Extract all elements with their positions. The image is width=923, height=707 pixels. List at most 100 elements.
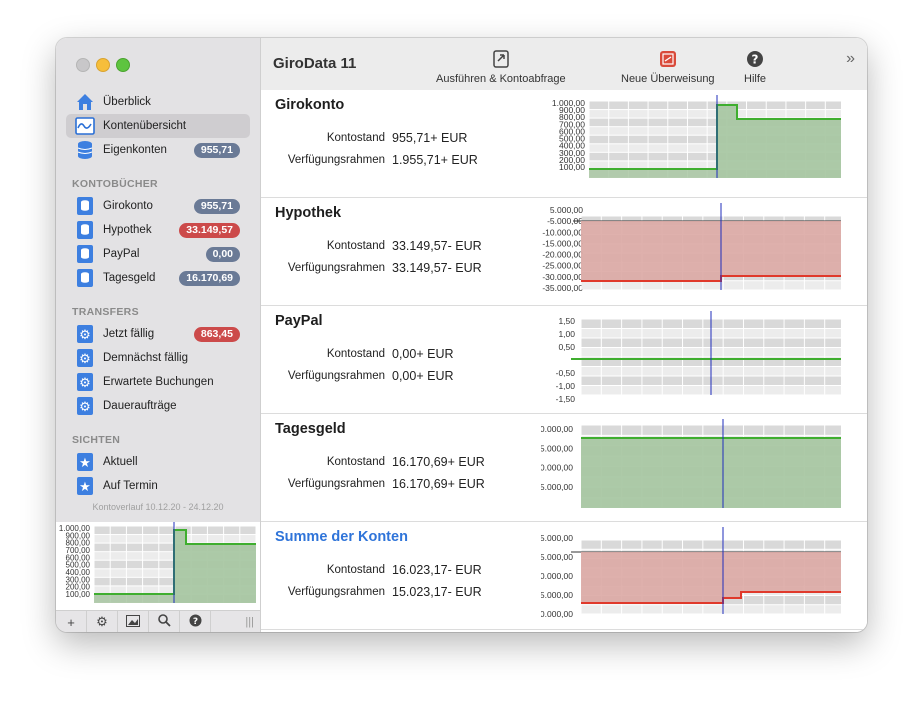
grid-cell	[825, 596, 841, 605]
y-tick-label: -10.000,00	[542, 227, 583, 237]
y-tick-label: -10.000,00	[541, 571, 573, 581]
grid-cell	[743, 338, 764, 347]
y-tick-label: 10.000,00	[541, 463, 573, 473]
balance-label: Kontostand	[326, 564, 385, 576]
grid-cell	[683, 348, 703, 357]
account-name[interactable]: Summe der Konten	[275, 529, 408, 545]
sidebar-item-label: Kontenübersicht	[103, 120, 187, 132]
execute-refresh-button[interactable]: Ausführen & Kontoabfrage	[436, 48, 566, 85]
toggle-chart-button[interactable]	[118, 611, 149, 632]
sidebar-item-aktuell[interactable]: ★ Aktuell	[66, 450, 250, 474]
toolbar-overflow-button[interactable]: »	[846, 50, 855, 68]
grid-cell	[662, 367, 683, 376]
available-label: Verfügungsrahmen	[287, 478, 385, 490]
help-icon: ?	[189, 614, 202, 630]
grid-cell	[609, 118, 628, 127]
sidebar-item-dauerauftraege[interactable]: ⚙ Daueraufträge	[66, 394, 250, 418]
add-button[interactable]: +	[56, 611, 87, 632]
resize-handle-icon[interactable]: |||	[211, 616, 260, 628]
grid-cell	[687, 144, 707, 152]
grid-cell	[784, 605, 804, 614]
sidebar-item-paypal[interactable]: PayPal 0,00	[66, 242, 250, 266]
grid-cell	[766, 110, 786, 118]
sidebar-item-label: Eigenkonten	[103, 144, 167, 156]
grid-cell	[668, 152, 687, 161]
grid-cell	[764, 376, 784, 385]
settings-button[interactable]: ⚙	[87, 611, 118, 632]
sidebar-item-tagesgeld[interactable]: Tagesgeld 16.170,69	[66, 266, 250, 290]
account-book-icon	[75, 244, 95, 264]
grid-cell	[642, 338, 662, 347]
image-icon	[126, 614, 140, 630]
grid-cell	[642, 425, 662, 435]
grid-cell	[622, 329, 642, 338]
sidebar-item-ueberblick[interactable]: Überblick	[66, 90, 250, 114]
grid-cell	[628, 118, 648, 127]
grid-cell	[601, 348, 622, 357]
search-button[interactable]	[149, 611, 180, 632]
svg-text:★: ★	[79, 480, 91, 495]
balance-badge: 955,71	[193, 198, 240, 214]
sidebar-item-auf-termin[interactable]: ★ Auf Termin	[66, 474, 250, 498]
balance-area	[581, 438, 841, 508]
grid-cell	[143, 535, 159, 543]
account-panel-tagesgeld[interactable]: Tagesgeld Kontostand 16.170,69+ EUR Verfügu…	[261, 414, 867, 522]
sidebar-item-hypothek[interactable]: Hypothek 33.149,57	[66, 218, 250, 242]
account-balance-chart: 20.000,00 15.000,00 10.000,00 5.000,00	[541, 419, 841, 508]
balance-area	[737, 119, 841, 178]
grid-cell	[94, 526, 110, 535]
grid-cell	[784, 596, 804, 605]
grid-cell	[668, 101, 687, 110]
grid-cell	[143, 586, 159, 594]
y-tick-label: 5.000,00	[550, 205, 583, 215]
grid-cell	[683, 319, 703, 328]
grid-cell	[159, 577, 175, 586]
sidebar-item-jetzt-faellig[interactable]: ⚙ Jetzt fällig 863,45	[66, 322, 250, 346]
balance-area	[717, 105, 737, 178]
window-zoom-button[interactable]	[116, 58, 130, 72]
grid-cell	[683, 281, 703, 290]
help-button[interactable]: ?	[180, 611, 211, 632]
account-name: Hypothek	[275, 205, 342, 221]
account-panel-girokonto[interactable]: Girokonto Kontostand 955,71+ EUR Verfügungs…	[261, 90, 867, 198]
grid-cell	[806, 101, 825, 110]
grid-cell	[110, 586, 126, 594]
grid-cell	[94, 535, 110, 543]
grid-cell	[642, 319, 662, 328]
sidebar-item-eigenkonten[interactable]: Eigenkonten 955,71	[66, 138, 250, 162]
grid-cell	[191, 526, 207, 535]
account-panel-hypothek[interactable]: Hypothek Kontostand 33.149,57- EUR Verfügun…	[261, 198, 867, 306]
sidebar-item-erwartete-buchungen[interactable]: ⚙ Erwartete Buchungen	[66, 370, 250, 394]
grid-cell	[628, 110, 648, 118]
grid-cell	[662, 338, 683, 347]
svg-text:?: ?	[752, 53, 759, 67]
grid-cell	[668, 161, 687, 169]
new-transfer-button[interactable]: Neue Überweisung	[621, 48, 715, 85]
grid-cell	[825, 338, 841, 347]
grid-cell	[622, 348, 642, 357]
grid-cell	[648, 101, 668, 110]
account-panel-summe-der-konten[interactable]: Summe der Konten Kontostand 16.023,17- EUR…	[261, 522, 867, 630]
window-close-button[interactable]	[76, 58, 90, 72]
grid-cell	[642, 386, 662, 395]
grid-cell	[159, 552, 175, 560]
sidebar-item-kontenuebersicht[interactable]: Kontenübersicht	[66, 114, 250, 138]
grid-cell	[804, 605, 825, 614]
grid-cell	[662, 386, 683, 395]
grid-cell	[687, 101, 707, 110]
sidebar-item-label: Tagesgeld	[103, 272, 156, 284]
help-toolbar-button[interactable]: ? Hilfe	[744, 48, 766, 85]
grid-cell	[723, 425, 743, 435]
grid-cell	[683, 386, 703, 395]
sidebar-item-demnaechst-faellig[interactable]: ⚙ Demnächst fällig	[66, 346, 250, 370]
grid-cell	[743, 540, 764, 549]
account-panel-paypal[interactable]: PayPal Kontostand 0,00+ EUR Verfügungsrahme…	[261, 306, 867, 414]
grid-cell	[703, 281, 723, 290]
grid-cell	[784, 386, 804, 395]
window-minimize-button[interactable]	[96, 58, 110, 72]
sidebar-item-girokonto[interactable]: Girokonto 955,71	[66, 194, 250, 218]
balance-value: 33.149,57- EUR	[392, 239, 482, 253]
grid-cell	[703, 425, 723, 435]
grid-cell	[743, 425, 764, 435]
grid-cell	[825, 540, 841, 549]
